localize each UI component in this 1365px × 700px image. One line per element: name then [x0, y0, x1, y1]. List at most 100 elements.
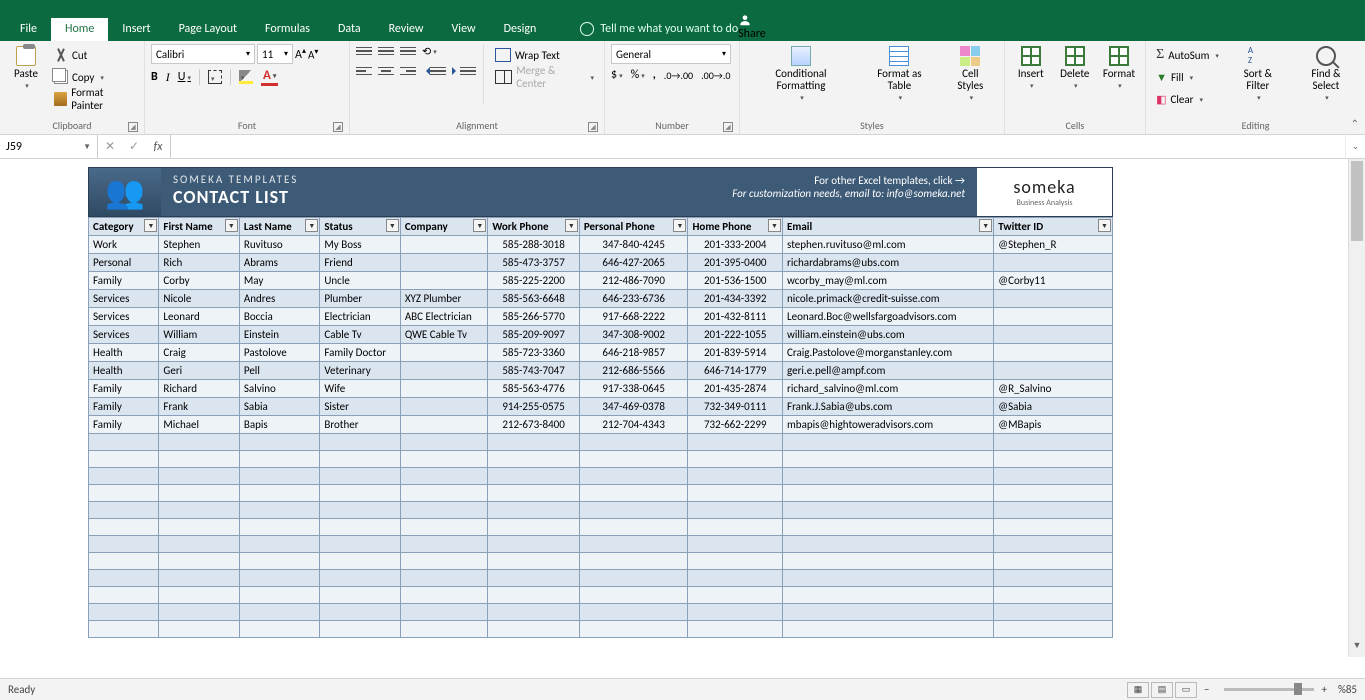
cell[interactable] [688, 570, 783, 587]
cell[interactable] [159, 434, 239, 451]
cell[interactable] [579, 434, 688, 451]
cell[interactable] [400, 587, 488, 604]
cell[interactable] [579, 468, 688, 485]
cell[interactable] [579, 553, 688, 570]
cell[interactable] [994, 434, 1113, 451]
cell[interactable] [688, 536, 783, 553]
table-row[interactable]: FamilyFrankSabiaSister914-255-0575347-46… [89, 398, 1113, 416]
increase-indent[interactable] [452, 64, 476, 78]
align-center[interactable] [378, 64, 394, 78]
table-row[interactable]: HealthGeriPellVeterinary585-743-7047212-… [89, 362, 1113, 380]
expand-formula-bar[interactable]: ⌄ [1345, 135, 1365, 158]
cell[interactable] [488, 621, 580, 638]
cell[interactable]: Friend [320, 254, 400, 272]
cell[interactable] [783, 468, 994, 485]
cell[interactable]: Services [89, 290, 159, 308]
align-top[interactable] [356, 44, 372, 58]
delete-cells-button[interactable]: Delete [1055, 44, 1095, 92]
cell[interactable] [400, 553, 488, 570]
cell[interactable]: 732-349-0111 [688, 398, 783, 416]
tab-review[interactable]: Review [375, 18, 438, 41]
cell[interactable] [488, 587, 580, 604]
cell[interactable]: QWE Cable Tv [400, 326, 488, 344]
conditional-formatting-button[interactable]: Conditional Formatting [746, 44, 856, 104]
cell[interactable] [320, 485, 400, 502]
cell[interactable]: Wife [320, 380, 400, 398]
cell[interactable]: 201-839-5914 [688, 344, 783, 362]
collapse-ribbon[interactable]: ⌃ [1351, 117, 1359, 130]
tab-formulas[interactable]: Formulas [251, 18, 324, 41]
cell[interactable]: Rich [159, 254, 239, 272]
decrease-indent[interactable] [422, 64, 446, 78]
align-right[interactable] [400, 64, 416, 78]
cell[interactable] [400, 485, 488, 502]
cell[interactable] [994, 485, 1113, 502]
decrease-decimal[interactable]: .00→.0 [701, 69, 730, 82]
cell[interactable]: Sabia [239, 398, 319, 416]
cell[interactable] [320, 604, 400, 621]
format-painter-button[interactable]: Format Painter [50, 88, 138, 110]
copy-button[interactable]: Copy [50, 66, 138, 88]
cell[interactable]: stephen.ruvituso@ml.com [783, 236, 994, 254]
filter-button[interactable]: ▼ [979, 219, 992, 232]
clear-button[interactable]: ◧Clear [1152, 88, 1223, 110]
cell[interactable] [400, 362, 488, 380]
cell[interactable] [239, 536, 319, 553]
table-row[interactable]: ServicesWilliamEinsteinCable TvQWE Cable… [89, 326, 1113, 344]
cell[interactable] [488, 434, 580, 451]
cell[interactable] [159, 468, 239, 485]
cell[interactable] [320, 451, 400, 468]
underline-button[interactable]: U [178, 70, 191, 84]
cell[interactable] [994, 536, 1113, 553]
fx-button[interactable]: fx [146, 140, 170, 154]
cell[interactable] [320, 553, 400, 570]
cell[interactable]: Leonard [159, 308, 239, 326]
cell[interactable] [783, 434, 994, 451]
cell[interactable] [159, 553, 239, 570]
tab-home[interactable]: Home [51, 18, 108, 41]
formula-input[interactable] [171, 135, 1345, 158]
autosum-button[interactable]: ΣAutoSum [1152, 44, 1223, 66]
number-dialog[interactable]: ◢ [723, 122, 733, 132]
cell[interactable] [783, 451, 994, 468]
cell[interactable]: Frank.J.Sabia@ubs.com [783, 398, 994, 416]
cell[interactable]: 585-209-9097 [488, 326, 580, 344]
cell[interactable] [89, 434, 159, 451]
cell[interactable]: william.einstein@ubs.com [783, 326, 994, 344]
table-row[interactable] [89, 553, 1113, 570]
cell[interactable] [688, 519, 783, 536]
cell[interactable]: 585-266-5770 [488, 308, 580, 326]
cell[interactable]: geri.e.pell@ampf.com [783, 362, 994, 380]
cell[interactable] [488, 604, 580, 621]
table-row[interactable] [89, 434, 1113, 451]
table-row[interactable] [89, 621, 1113, 638]
vertical-scrollbar[interactable]: ▲ ▼ [1348, 159, 1365, 657]
cell[interactable]: richardabrams@ubs.com [783, 254, 994, 272]
cell[interactable] [400, 380, 488, 398]
cell[interactable] [400, 570, 488, 587]
zoom-out[interactable]: − [1204, 683, 1209, 696]
cell[interactable] [400, 434, 488, 451]
cell[interactable]: Frank [159, 398, 239, 416]
scroll-thumb[interactable] [1351, 161, 1363, 241]
cell[interactable]: Stephen [159, 236, 239, 254]
cell[interactable] [320, 587, 400, 604]
cell[interactable]: Family Doctor [320, 344, 400, 362]
cell[interactable] [400, 519, 488, 536]
cell[interactable]: May [239, 272, 319, 290]
cell[interactable] [400, 236, 488, 254]
tab-file[interactable]: File [6, 18, 51, 41]
cell[interactable]: ABC Electrician [400, 308, 488, 326]
cell[interactable] [994, 587, 1113, 604]
col-twitter-id[interactable]: Twitter ID▼ [994, 218, 1113, 236]
cell[interactable]: Family [89, 416, 159, 434]
fill-button[interactable]: ▼Fill [1152, 66, 1223, 88]
cell[interactable]: Ruvituso [239, 236, 319, 254]
comma-format[interactable]: , [653, 68, 656, 82]
cell[interactable]: Andres [239, 290, 319, 308]
cell[interactable] [400, 451, 488, 468]
cell[interactable] [400, 398, 488, 416]
number-format-select[interactable]: General▾ [611, 44, 731, 64]
sort-filter-button[interactable]: Sort & Filter [1227, 44, 1289, 104]
table-row[interactable]: HealthCraigPastoloveFamily Doctor585-723… [89, 344, 1113, 362]
